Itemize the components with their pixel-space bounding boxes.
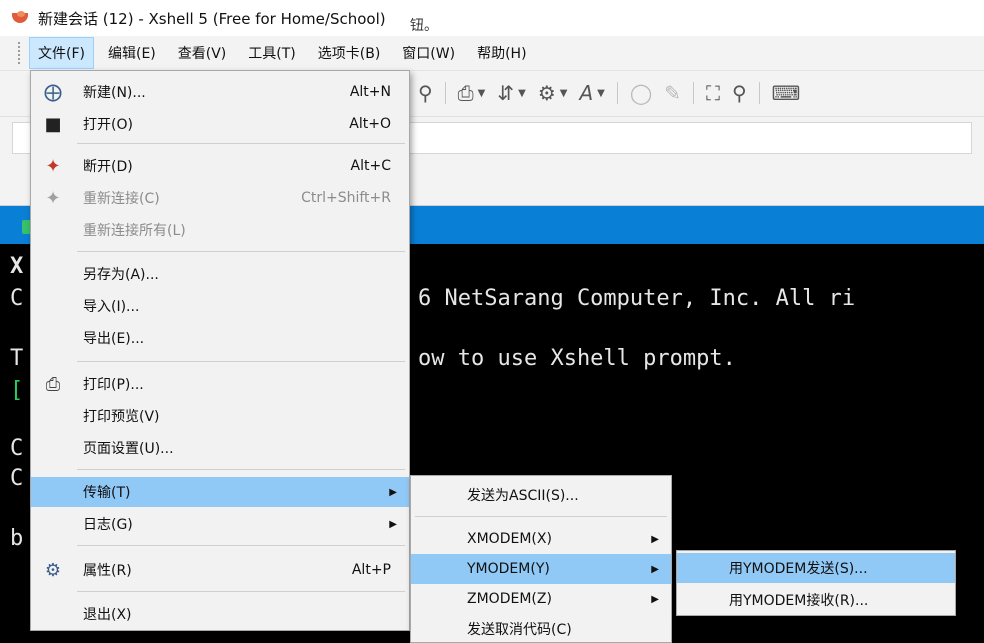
globe-icon[interactable]: ⚙ [538,81,556,105]
menu-item-save-as[interactable]: 另存为(A)... [31,259,409,289]
menu-separator [77,361,405,362]
menu-separator [77,591,405,592]
menubar-grip [18,42,21,64]
properties-icon: ⚙ [44,559,62,581]
menu-item-reconnect[interactable]: ✦ 重新连接(C) Ctrl+Shift+R [31,183,409,213]
menu-item-disconnect[interactable]: ✦ 断开(D) Alt+C [31,151,409,181]
window-title: 新建会话 (12) - Xshell 5 (Free for Home/Scho… [38,9,386,28]
title-bar: 新建会话 (12) - Xshell 5 (Free for Home/Scho… [0,0,984,36]
submenu-arrow-icon: ▶ [651,563,659,575]
menu-item-exit[interactable]: 退出(X) [31,599,409,629]
terminal-line: [ [10,378,24,403]
menu-item-reconnect-all[interactable]: 重新连接所有(L) [31,215,409,245]
chevron-down-icon[interactable]: ▼ [560,88,568,99]
keyboard-icon[interactable]: ⌨ [772,81,801,105]
chevron-down-icon[interactable]: ▼ [518,88,526,99]
printer-icon: ⎙ [45,373,61,395]
terminal-line: 6 NetSarang Computer, Inc. All ri [418,286,856,311]
terminal-line: b [10,526,24,551]
menu-help[interactable]: 帮助(H) [469,38,534,68]
chevron-down-icon[interactable]: ▼ [478,88,486,99]
menu-item-open[interactable]: ■ 打开(O) Alt+O [31,109,409,139]
menu-item-properties[interactable]: ⚙ 属性(R) Alt+P [31,555,409,585]
submenu-arrow-icon: ▶ [651,533,659,545]
submenu-arrow-icon: ▶ [389,518,397,530]
submenu-arrow-icon: ▶ [651,593,659,605]
menu-item-print-preview[interactable]: 打印预览(V) [31,401,409,431]
font-icon[interactable]: A [579,81,593,105]
menu-item-send-ascii[interactable]: 发送为ASCII(S)... [411,480,671,510]
menu-item-import[interactable]: 导入(I)... [31,291,409,321]
submenu-arrow-icon: ▶ [389,486,397,498]
menu-separator [415,516,667,517]
menu-item-ymodem-receive[interactable]: 用YMODEM接收(R)... [677,585,955,615]
edit-icon[interactable]: ✎ [664,81,681,105]
terminal-line: X [10,254,24,279]
address-hint-text: 钮。 [410,18,438,34]
new-session-icon: ⨁ [44,81,62,103]
terminal-line: C [10,466,24,491]
menu-separator [77,469,405,470]
menu-item-log[interactable]: 日志(G) ▶ [31,509,409,539]
disconnect-icon: ✦ [45,155,61,177]
print-icon[interactable]: ⎙ [458,81,474,105]
chevron-down-icon[interactable]: ▼ [597,88,605,99]
transfer-icon[interactable]: ⇵ [497,81,514,105]
menu-item-ymodem[interactable]: YMODEM(Y) ▶ [411,554,671,584]
toolbar-separator [758,82,760,104]
menu-separator [77,545,405,546]
terminal-line: ow to use Xshell prompt. [418,346,736,371]
menu-item-export[interactable]: 导出(E)... [31,323,409,353]
menu-item-new[interactable]: ⨁ 新建(N)... Alt+N [31,77,409,107]
terminal-line: C [10,286,24,311]
menu-file[interactable]: 文件(F) [29,37,94,69]
terminal-line: C [10,436,24,461]
file-menu: ⨁ 新建(N)... Alt+N ■ 打开(O) Alt+O ✦ 断开(D) A… [30,70,410,631]
search-icon[interactable]: ⚲ [418,81,433,105]
menu-item-send-cancel-code[interactable]: 发送取消代码(C) [411,614,671,643]
menu-item-page-setup[interactable]: 页面设置(U)... [31,433,409,463]
terminal-line: T [10,346,24,371]
toolbar-separator [444,82,446,104]
menu-tools[interactable]: 工具(T) [240,38,303,68]
menu-separator [77,251,405,252]
menu-item-transfer[interactable]: 传输(T) ▶ [31,477,409,507]
menu-item-zmodem[interactable]: ZMODEM(Z) ▶ [411,584,671,614]
transfer-submenu: 发送为ASCII(S)... XMODEM(X) ▶ YMODEM(Y) ▶ Z… [410,475,672,643]
disconnect-icon[interactable]: ◯ [630,81,652,105]
menu-window[interactable]: 窗口(W) [394,38,463,68]
lock-icon[interactable]: ⚲ [732,81,747,105]
menu-tabs[interactable]: 选项卡(B) [310,38,389,68]
ymodem-submenu: 用YMODEM发送(S)... 用YMODEM接收(R)... [676,550,956,616]
menu-view[interactable]: 查看(V) [170,38,235,68]
open-folder-icon: ■ [44,113,62,135]
menu-item-ymodem-send[interactable]: 用YMODEM发送(S)... [677,553,955,583]
xshell-app-icon [12,11,30,25]
menu-bar: 文件(F) 编辑(E) 查看(V) 工具(T) 选项卡(B) 窗口(W) 帮助(… [0,36,984,70]
fullscreen-icon[interactable]: ⛶ [706,81,720,105]
menu-edit[interactable]: 编辑(E) [100,38,164,68]
toolbar-separator [616,82,618,104]
toolbar-separator [693,82,695,104]
menu-separator [77,143,405,144]
menu-item-print[interactable]: ⎙ 打印(P)... [31,369,409,399]
reconnect-icon: ✦ [45,187,61,209]
menu-item-xmodem[interactable]: XMODEM(X) ▶ [411,524,671,554]
